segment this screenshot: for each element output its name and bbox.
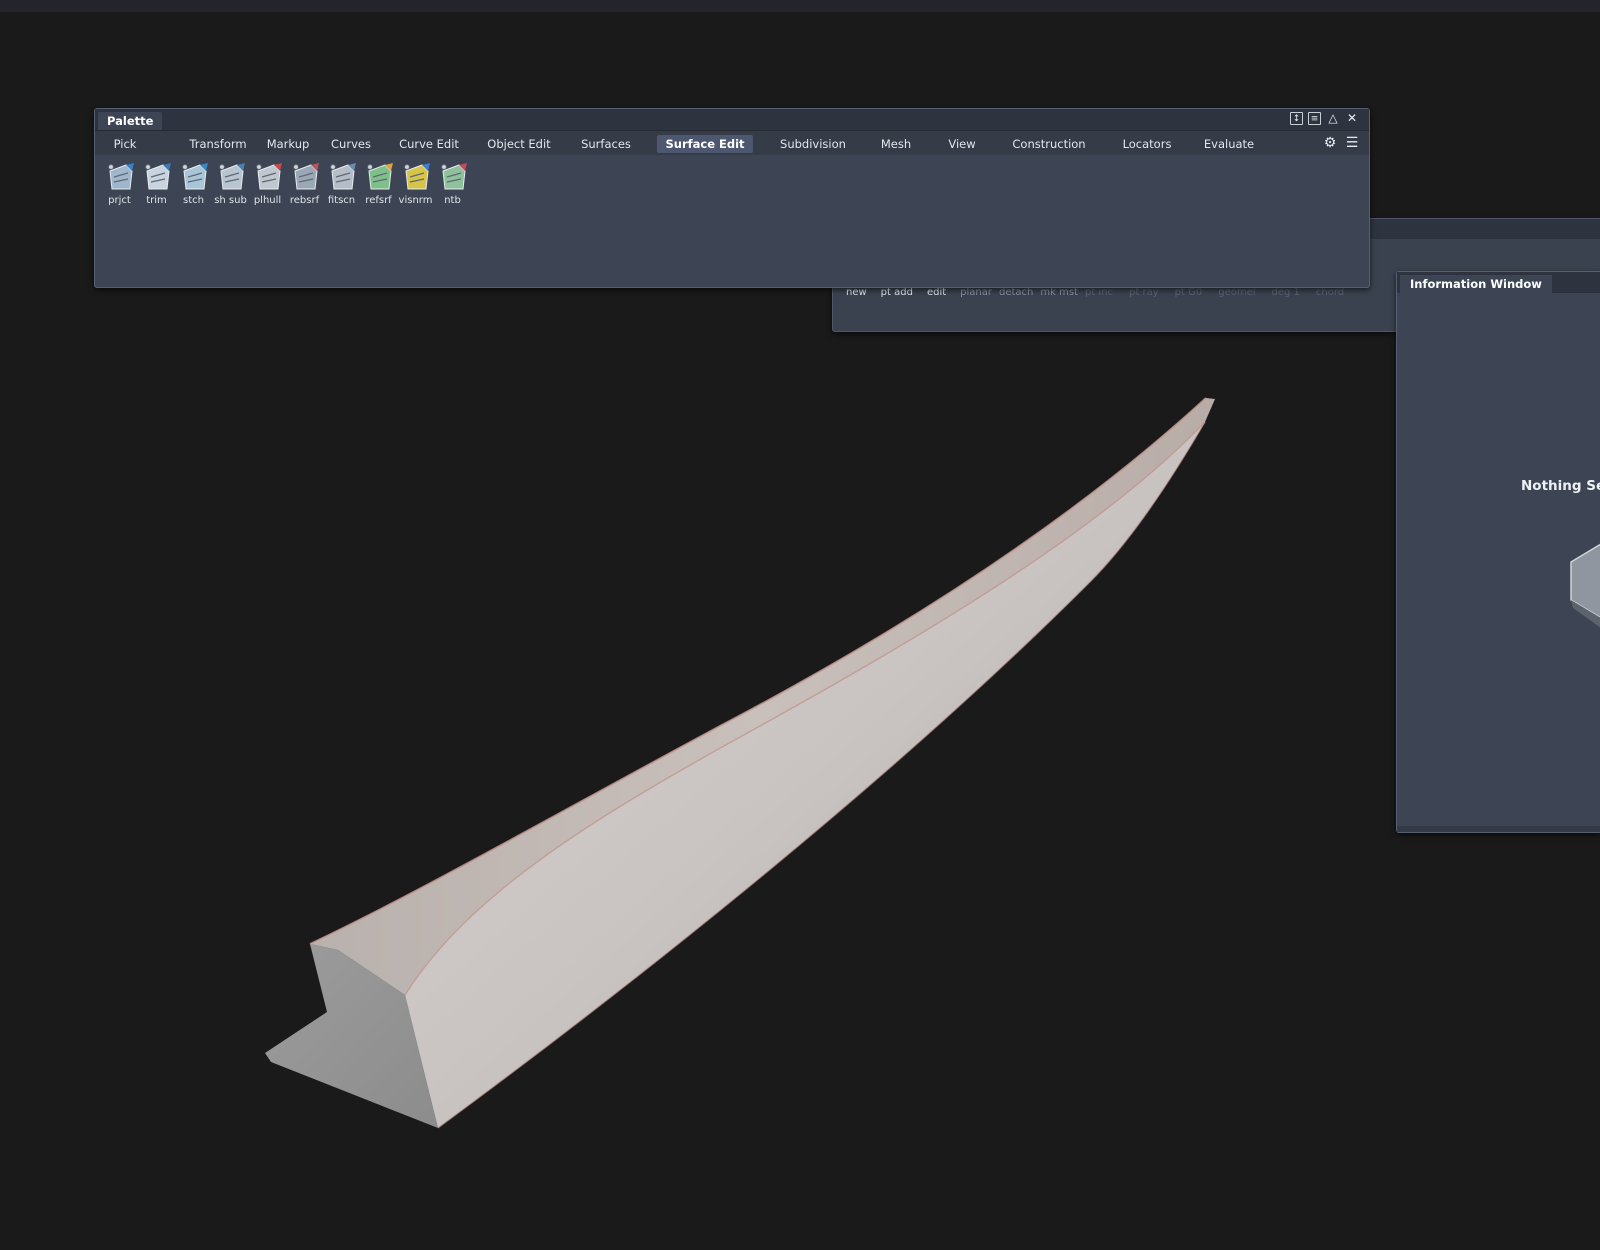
information-window-title: Information Window — [1400, 275, 1552, 293]
ctrl-pt-add[interactable]: pt add — [881, 287, 913, 298]
ntb-icon — [440, 163, 467, 190]
gear-icon[interactable]: ⚙ — [1323, 135, 1337, 151]
palette-titlebar[interactable]: Palette ↕ ≡ △ ✕ — [95, 109, 1369, 131]
collapse-icon[interactable]: △ — [1326, 111, 1340, 125]
tab-pick[interactable]: Pick — [103, 135, 147, 153]
model-extrusion[interactable] — [265, 397, 1215, 1129]
tool-ntb[interactable]: ntb — [434, 161, 471, 206]
reflect-surface-icon — [366, 163, 393, 190]
tool-refsrf[interactable]: refsrf — [360, 161, 397, 206]
tool-shelf: prjct trim stch sh sub plhull rebsrf fitscn ref… — [101, 161, 471, 206]
palette-window: Palette ↕ ≡ △ ✕ ⚙ ☰ Pick Transform Markup C… — [94, 108, 1370, 288]
tool-plhull[interactable]: plhull — [249, 161, 286, 206]
tab-curve-edit[interactable]: Curve Edit — [389, 135, 469, 153]
tab-evaluate[interactable]: Evaluate — [1189, 135, 1269, 153]
tool-sh-sub[interactable]: sh sub — [212, 161, 249, 206]
information-window-titlebar[interactable]: Information Window — [1397, 272, 1600, 293]
ctrl-detach[interactable]: detach — [999, 287, 1033, 298]
list-icon[interactable]: ≡ — [1308, 112, 1321, 125]
tab-view[interactable]: View — [935, 135, 989, 153]
shell-subtract-icon — [218, 163, 245, 190]
tool-label: prjct — [108, 195, 131, 206]
ctrl-pt-G0: pt G0 — [1174, 287, 1203, 298]
tool-fitscn[interactable]: fitscn — [323, 161, 360, 206]
tool-label: stch — [183, 195, 204, 206]
ctrl-pt-ray: pt ray — [1129, 287, 1159, 298]
project-icon — [107, 163, 134, 190]
model-side-face — [405, 422, 1205, 1128]
information-window: Information Window Nothing Sele — [1396, 271, 1600, 833]
ctrl-new[interactable]: new — [846, 287, 867, 298]
expand-icon[interactable]: ↕ — [1290, 112, 1303, 125]
palette-tab-tools: ⚙ ☰ — [1323, 135, 1359, 151]
palette-title: Palette — [98, 112, 163, 130]
tab-curves[interactable]: Curves — [324, 135, 378, 153]
visualize-normals-icon — [403, 163, 430, 190]
ctrl-pt-inc: pt inc — [1084, 287, 1114, 298]
information-window-footer — [1397, 826, 1600, 832]
tool-label: fitscn — [327, 195, 356, 206]
tool-label: refsrf — [365, 195, 392, 206]
tool-label: rebsrf — [289, 195, 320, 206]
ctrl-geomel: geomel — [1218, 287, 1256, 298]
ctrl-chord: chord — [1315, 287, 1345, 298]
tab-object-edit[interactable]: Object Edit — [473, 135, 565, 153]
tab-surfaces[interactable]: Surfaces — [569, 135, 643, 153]
tool-trim[interactable]: trim — [138, 161, 175, 206]
palette-tab-bar: ⚙ ☰ Pick Transform Markup Curves Curve Edit O… — [95, 131, 1369, 155]
tool-rebsrf[interactable]: rebsrf — [286, 161, 323, 206]
model-top-face — [310, 398, 1215, 995]
close-icon[interactable]: ✕ — [1345, 111, 1359, 125]
app-top-bar — [0, 0, 1600, 12]
ctrl-planar[interactable]: planar — [960, 287, 992, 298]
trim-icon — [144, 163, 171, 190]
tool-prjct[interactable]: prjct — [101, 161, 138, 206]
tab-mesh[interactable]: Mesh — [863, 135, 929, 153]
tab-subdivision[interactable]: Subdivision — [763, 135, 863, 153]
ctrl-mk-mst[interactable]: mk mst — [1040, 287, 1078, 298]
planar-hull-icon — [255, 163, 282, 190]
tab-surface-edit[interactable]: Surface Edit — [657, 135, 753, 153]
rebuild-surface-icon — [292, 163, 319, 190]
tool-stch[interactable]: stch — [175, 161, 212, 206]
menu-icon[interactable]: ☰ — [1345, 135, 1359, 151]
tab-construction[interactable]: Construction — [995, 135, 1103, 153]
tool-label: plhull — [253, 195, 282, 206]
stitch-icon — [181, 163, 208, 190]
object-preview-icon — [1570, 543, 1600, 628]
tab-locators[interactable]: Locators — [1109, 135, 1185, 153]
tool-label: trim — [146, 195, 167, 206]
tool-label: visnrm — [398, 195, 433, 206]
tool-label: sh sub — [214, 195, 247, 206]
ctrl-deg-1: deg 1 — [1271, 287, 1300, 298]
ctrl-edit[interactable]: edit — [927, 287, 946, 298]
control-panel-toolbar: new pt add edit planar detach mk mst pt inc pt … — [846, 287, 1360, 298]
tool-visnrm[interactable]: visnrm — [397, 161, 434, 206]
tab-transform[interactable]: Transform — [175, 135, 261, 153]
tab-markup[interactable]: Markup — [255, 135, 321, 153]
selection-status: Nothing Sele — [1521, 478, 1600, 494]
palette-window-controls: ↕ ≡ △ ✕ — [1290, 111, 1359, 125]
fit-section-icon — [329, 163, 356, 190]
tool-label: ntb — [444, 195, 461, 206]
